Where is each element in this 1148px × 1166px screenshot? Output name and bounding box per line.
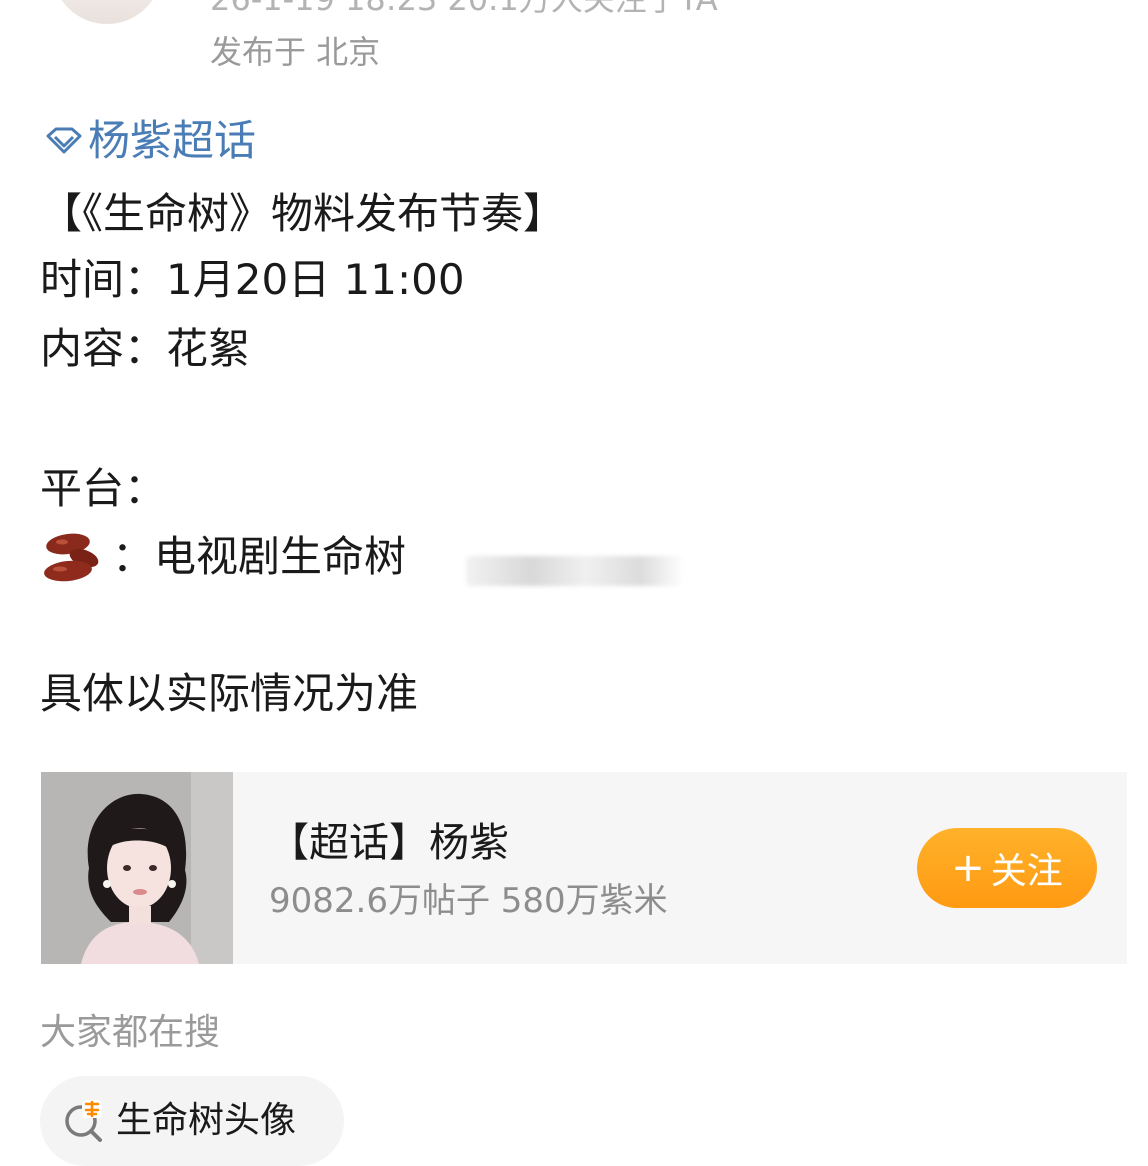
platform-text[interactable]: ：电视剧生命树 [112,529,406,585]
post-platform-line: ：电视剧生命树 [40,529,406,585]
follow-label: 关注 [990,851,1063,892]
topic-card-photo [41,772,233,964]
post-time: 时间：1月20日 11:00 [40,255,465,304]
blurred-watermark [466,556,684,586]
portrait-image [41,772,233,964]
hot-search-icon [65,1100,102,1142]
super-topic-card[interactable]: 【超话】杨紫 9082.6万帖子 580万紫米 + 关注 [41,772,1127,964]
plus-icon: + [951,845,985,891]
topic-link[interactable]: 杨紫超话 [44,114,256,168]
search-chip[interactable]: 生命树头像 [40,1076,344,1166]
post-note: 具体以实际情况为准 [40,669,419,718]
topic-label: 杨紫超话 [88,116,257,165]
post-title: 【《生命树》物料发布节奏】 [40,189,566,238]
post-content: 内容：花絮 [40,324,251,373]
post-platform-label: 平台： [40,464,167,513]
post-meta: 26-1-19 18:23 20.1万人关注了TA [210,0,718,16]
topic-card-title: 【超话】杨紫 [269,820,509,866]
avatar[interactable] [52,0,162,24]
search-chip-label: 生命树头像 [116,1100,297,1141]
post-location: 发布于 北京 [210,33,381,71]
trending-search-heading: 大家都在搜 [40,1012,221,1053]
beans-icon [44,533,99,582]
topic-card-stats: 9082.6万帖子 580万紫米 [269,881,668,921]
follow-button[interactable]: + 关注 [917,828,1097,908]
diamond-icon [46,127,82,154]
